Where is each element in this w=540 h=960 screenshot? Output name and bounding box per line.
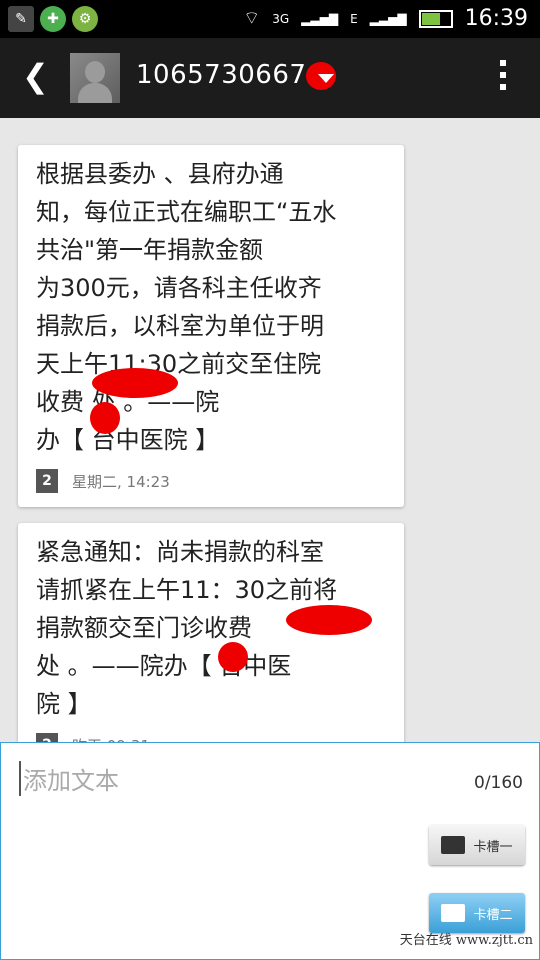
status-bar: ✎ ✚ ⚙ ⌔ 3G ▂▃▅▇ E ▂▃▅▇ 16:39 <box>0 0 540 38</box>
sim-2-icon: 2 <box>36 469 58 493</box>
signal-icon-2: ▂▃▅▇ <box>369 11 407 26</box>
message-time: 星期二, 14:23 <box>72 472 170 491</box>
message-icon <box>441 904 466 922</box>
redaction-mark <box>218 642 248 672</box>
send-sim1-button[interactable]: 卡槽一 <box>429 825 525 865</box>
message-icon <box>441 836 466 854</box>
security-icon: ✚ <box>40 6 66 32</box>
avatar[interactable] <box>70 53 120 103</box>
redaction-mark <box>90 402 120 434</box>
message-bubble[interactable]: 根据县委办 、县府办通 知，每位正式在编职工“五水 共治"第一年捐款金额 为30… <box>18 145 404 507</box>
clock: 16:39 <box>464 6 528 31</box>
send-sim2-label: 卡槽二 <box>473 907 513 923</box>
edit-icon: ✎ <box>8 6 34 32</box>
message-text: 根据县委办 、县府办通 知，每位正式在编职工“五水 共治"第一年捐款金额 为30… <box>36 160 337 454</box>
network-type: 3G <box>272 11 290 26</box>
wifi-icon: ⌔ <box>243 8 261 29</box>
compose-panel: 添加文本 0/160 卡槽一 卡槽二 天台在线 www.zjtt.cn <box>0 742 540 960</box>
chevron-down-icon[interactable] <box>318 74 334 83</box>
more-options-button[interactable] <box>500 60 506 90</box>
conversation-title[interactable]: 1065730667 <box>136 60 337 90</box>
notification-icons: ✎ ✚ ⚙ <box>8 6 98 32</box>
action-bar: ❮ 1065730667 <box>0 38 540 118</box>
signal-type: E <box>350 11 358 26</box>
message-input[interactable]: 添加文本 <box>19 761 119 796</box>
signal-icon: ▂▃▅▇ <box>301 11 339 26</box>
redaction-mark <box>286 605 372 635</box>
message-bubble[interactable]: 紧急通知：尚未捐款的科室 请抓紧在上午11：30之前将 捐款额交至门诊收费 处 … <box>18 523 404 763</box>
battery-icon <box>418 9 453 28</box>
send-sim1-label: 卡槽一 <box>473 839 513 855</box>
redaction-mark <box>92 368 178 398</box>
character-counter: 0/160 <box>474 773 523 793</box>
back-button[interactable]: ❮ <box>22 60 49 92</box>
watermark: 天台在线 www.zjtt.cn <box>399 933 533 948</box>
send-sim2-button[interactable]: 卡槽二 <box>429 893 525 933</box>
contact-number: 1065730667 <box>136 60 307 90</box>
browser-icon: ⚙ <box>72 6 98 32</box>
